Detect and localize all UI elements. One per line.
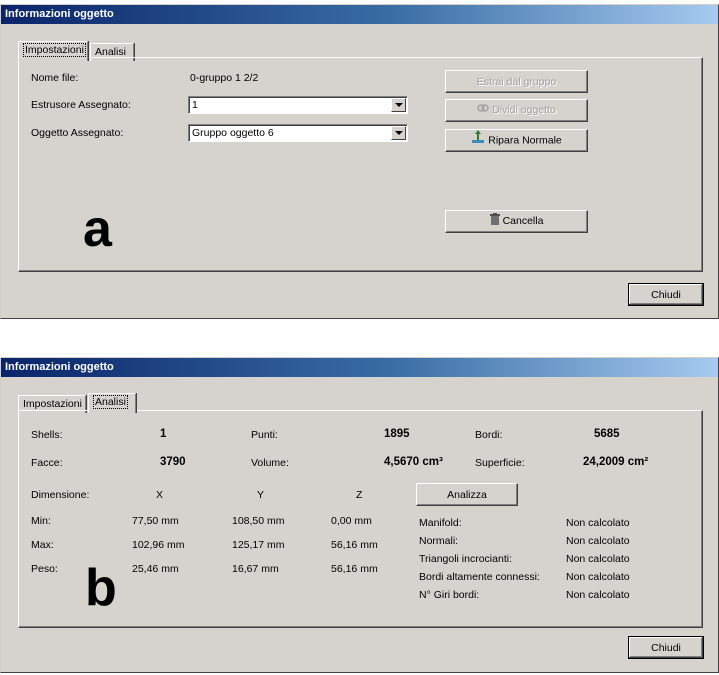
normali-value: Non calcolato <box>566 535 630 547</box>
oggetto-label: Oggetto Assegnato: <box>31 127 124 139</box>
nome-file-value: 0-gruppo 1 2/2 <box>190 72 259 84</box>
bordi-connessi-label: Bordi altamente connessi: <box>419 571 540 583</box>
giri-bordi-value: Non calcolato <box>566 589 630 601</box>
chiudi-button[interactable]: Chiudi <box>628 283 704 306</box>
dialog-a: Informazioni oggetto Impostazioni Analis… <box>0 4 719 319</box>
giri-bordi-label: N° Giri bordi: <box>419 589 480 601</box>
nome-file-label: Nome file: <box>31 72 79 84</box>
ripara-normale-label: Ripara Normale <box>488 134 562 147</box>
superficie-label: Superficie: <box>475 457 525 469</box>
dimensione-label: Dimensione: <box>31 489 90 501</box>
superficie-value: 24,2009 cm² <box>583 456 649 468</box>
cancella-button[interactable]: Cancella <box>445 210 588 233</box>
split-icon <box>477 101 489 121</box>
max-y-value: 125,17 mm <box>232 539 285 551</box>
analizza-button-label: Analizza <box>447 488 487 501</box>
max-label: Max: <box>31 539 54 551</box>
min-y-value: 108,50 mm <box>232 515 285 527</box>
trash-icon <box>489 212 500 232</box>
analizza-button[interactable]: Analizza <box>416 483 518 506</box>
bordi-value: 5685 <box>594 428 620 440</box>
bordi-label: Bordi: <box>475 429 503 441</box>
estrusore-select-value: 1 <box>192 99 198 111</box>
ripara-normale-button[interactable]: Ripara Normale <box>445 129 588 152</box>
min-label: Min: <box>31 515 51 527</box>
facce-value: 3790 <box>160 456 186 468</box>
triangoli-label: Triangoli incrocianti: <box>419 553 512 565</box>
estrusore-label: Estrusore Assegnato: <box>31 99 131 111</box>
cancella-button-label: Cancella <box>502 215 544 228</box>
panel-letter-a: a <box>83 200 112 258</box>
estrai-button-label: Estrai dal gruppo <box>476 75 557 88</box>
dialog-b: Informazioni oggetto Impostazioni Analis… <box>0 357 719 673</box>
chiudi-button[interactable]: Chiudi <box>628 636 704 659</box>
peso-z-value: 56,16 mm <box>331 563 378 575</box>
punti-value: 1895 <box>384 428 410 440</box>
normali-label: Normali: <box>419 535 459 547</box>
oggetto-select-value: Gruppo oggetto 6 <box>192 127 274 139</box>
facce-label: Facce: <box>31 457 63 469</box>
tab-analisi-label: Analisi <box>93 395 128 409</box>
chiudi-button-label: Chiudi <box>651 641 681 654</box>
tab-panel <box>18 57 703 272</box>
tab-impostazioni-label: Impostazioni <box>23 43 86 57</box>
window-title: Informazioni oggetto <box>1 358 718 377</box>
chevron-down-icon[interactable] <box>391 98 406 112</box>
tab-impostazioni[interactable]: Impostazioni <box>18 41 88 61</box>
volume-value: 4,5670 cm³ <box>384 456 443 468</box>
dividi-button-label: Dividi oggetto <box>492 104 556 117</box>
peso-x-value: 25,46 mm <box>132 563 179 575</box>
shells-value: 1 <box>160 428 167 440</box>
peso-y-value: 16,67 mm <box>232 563 279 575</box>
manifold-label: Manifold: <box>419 517 462 529</box>
estrusore-select[interactable]: 1 <box>188 96 408 114</box>
max-z-value: 56,16 mm <box>331 539 378 551</box>
peso-label: Peso: <box>31 563 58 575</box>
min-x-value: 77,50 mm <box>132 515 179 527</box>
axis-x-header: X <box>156 489 164 501</box>
oggetto-select[interactable]: Gruppo oggetto 6 <box>188 124 408 142</box>
estrai-button[interactable]: Estrai dal gruppo <box>445 70 588 93</box>
dividi-button[interactable]: Dividi oggetto <box>445 99 588 122</box>
chevron-down-icon[interactable] <box>391 126 406 140</box>
max-x-value: 102,96 mm <box>132 539 185 551</box>
min-z-value: 0,00 mm <box>331 515 372 527</box>
tab-impostazioni-label: Impostazioni <box>23 398 82 410</box>
volume-label: Volume: <box>251 457 289 469</box>
panel-letter-b: b <box>85 559 117 617</box>
shells-label: Shells: <box>31 429 63 441</box>
axis-z-header: Z <box>356 489 363 501</box>
window-title: Informazioni oggetto <box>1 5 718 24</box>
axis-y-header: Y <box>257 489 265 501</box>
triangoli-value: Non calcolato <box>566 553 630 565</box>
manifold-value: Non calcolato <box>566 517 630 529</box>
normal-repair-icon <box>471 130 485 151</box>
chiudi-button-label: Chiudi <box>651 288 681 301</box>
bordi-connessi-value: Non calcolato <box>566 571 630 583</box>
tab-analisi[interactable]: Analisi <box>88 393 136 413</box>
punti-label: Punti: <box>251 429 278 441</box>
